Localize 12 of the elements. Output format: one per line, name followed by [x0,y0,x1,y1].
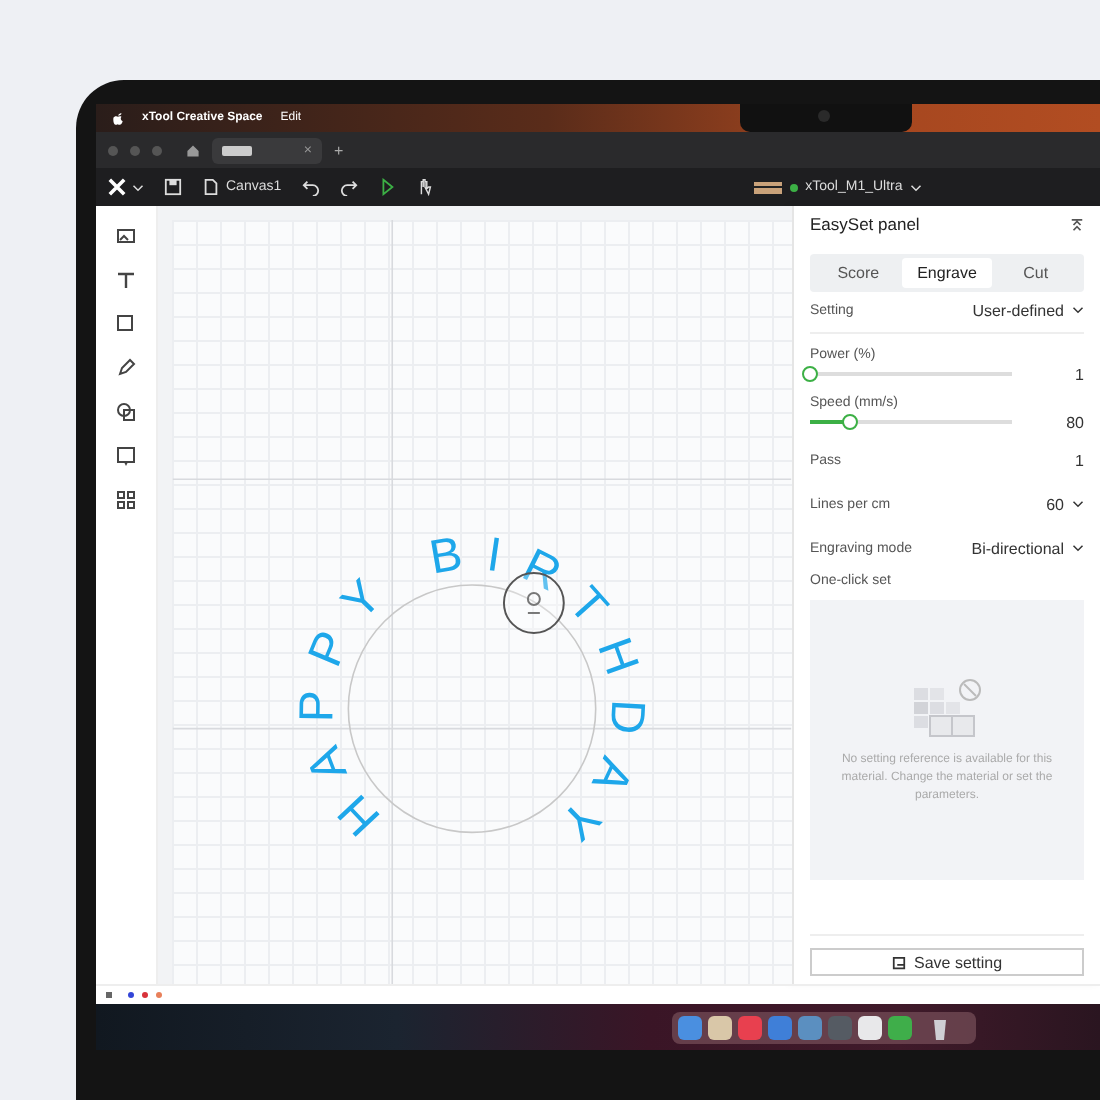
slider-value: 80 [1064,413,1084,431]
save-setting-button[interactable]: Save setting [810,948,1084,976]
value-dropdown[interactable]: Bi-directional [971,539,1084,557]
panel-title: EasySet panel [810,214,920,234]
mode-tab[interactable]: Score [814,258,903,288]
new-tab-button[interactable]: + [334,141,344,159]
mode-tab[interactable]: Cut [991,258,1080,288]
value-dropdown[interactable]: 60 [1046,495,1084,513]
slider-value: 1 [1073,365,1084,383]
mode-tab[interactable]: Engrave [902,258,992,288]
setting-dropdown[interactable]: User-defined [972,301,1084,319]
field-value: 1 [1075,451,1084,469]
